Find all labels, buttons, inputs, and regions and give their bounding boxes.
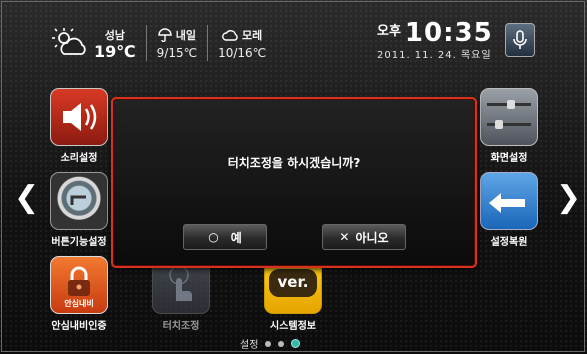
app-label: 터치조정 bbox=[162, 321, 200, 332]
app-label: 버튼기능설정 bbox=[51, 237, 107, 248]
page-dot-active[interactable] bbox=[291, 339, 301, 348]
brightness-sliders-icon bbox=[480, 88, 538, 146]
confirm-dialog: 터치조정을 하시겠습니까? ○ 예 ✕ 아니오 bbox=[111, 97, 477, 268]
no-button[interactable]: ✕ 아니오 bbox=[322, 224, 406, 250]
no-label: 아니오 bbox=[355, 230, 389, 245]
app-label: 설정복원 bbox=[490, 237, 528, 248]
close-icon: ✕ bbox=[339, 230, 350, 244]
weather-widget[interactable]: 성남 19℃ 내일 9/15℃ 모레 10/16℃ bbox=[52, 20, 266, 66]
app-label: 화면설정 bbox=[490, 153, 528, 164]
clock-time: 10:35 bbox=[404, 18, 493, 48]
speaker-icon bbox=[50, 88, 108, 146]
app-sound-settings[interactable]: 소리설정 bbox=[49, 88, 109, 164]
weather-today-temp: 19℃ bbox=[94, 41, 136, 61]
lock-icon: 안심내비 bbox=[50, 256, 108, 314]
umbrella-icon bbox=[158, 27, 172, 42]
app-settings-restore[interactable]: 설정복원 bbox=[479, 172, 539, 248]
page-label: 설정 bbox=[240, 340, 259, 351]
clock-ampm: 오후 bbox=[377, 24, 401, 39]
restore-arrow-icon bbox=[480, 172, 538, 230]
weather-city: 성남 bbox=[104, 28, 125, 42]
microphone-icon bbox=[513, 30, 527, 49]
page-indicator: 설정 bbox=[240, 336, 301, 351]
chevron-left-icon[interactable]: ❮ bbox=[14, 180, 39, 215]
version-badge: ver. bbox=[269, 269, 317, 297]
yes-button[interactable]: ○ 예 bbox=[183, 224, 267, 250]
clock: 오후 10:35 2011. 11. 24. 목요일 bbox=[377, 18, 493, 61]
page-dot[interactable] bbox=[265, 340, 272, 347]
chevron-right-icon[interactable]: ❯ bbox=[556, 180, 581, 215]
weather-tomorrow: 내일 9/15℃ bbox=[157, 27, 197, 60]
yes-label: 예 bbox=[230, 230, 242, 245]
cloud-icon bbox=[222, 29, 238, 41]
app-label: 안심내비인증 bbox=[51, 321, 107, 332]
circle-icon: ○ bbox=[208, 230, 219, 244]
app-button-function[interactable]: 버튼기능설정 bbox=[49, 172, 109, 248]
lock-badge: 안심내비 bbox=[64, 299, 94, 308]
app-label: 시스템정보 bbox=[270, 321, 316, 332]
dialog-message: 터치조정을 하시겠습니까? bbox=[227, 156, 361, 170]
app-safe-navi-auth[interactable]: 안심내비 안심내비인증 bbox=[49, 256, 109, 332]
divider bbox=[145, 25, 147, 61]
partly-cloudy-icon bbox=[52, 28, 86, 55]
app-screen-settings[interactable]: 화면설정 bbox=[479, 88, 539, 164]
weather-tomorrow-label: 내일 bbox=[175, 28, 196, 42]
button-dial-icon bbox=[50, 172, 108, 230]
app-label: 소리설정 bbox=[60, 153, 98, 164]
clock-date: 2011. 11. 24. 목요일 bbox=[377, 50, 492, 61]
page-dot[interactable] bbox=[278, 340, 285, 347]
weather-dayafter: 모레 10/16℃ bbox=[218, 27, 266, 60]
weather-dayafter-label: 모레 bbox=[241, 28, 263, 42]
weather-today: 성남 19℃ bbox=[52, 27, 136, 60]
weather-tomorrow-temp: 9/15℃ bbox=[156, 45, 198, 60]
weather-dayafter-temp: 10/16℃ bbox=[218, 45, 267, 60]
divider bbox=[207, 25, 209, 61]
settings-screen: 성남 19℃ 내일 9/15℃ 모레 10/16℃ 오후 10:35 2011.… bbox=[0, 0, 587, 354]
voice-button[interactable] bbox=[505, 23, 535, 57]
